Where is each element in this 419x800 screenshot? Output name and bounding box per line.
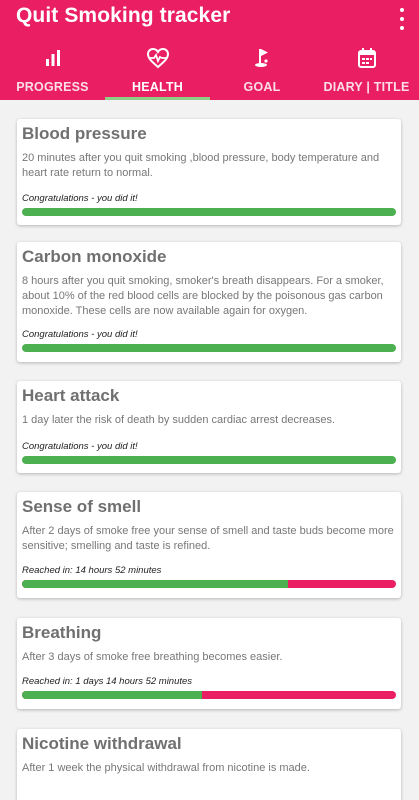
milestone-progress-bar (22, 344, 396, 352)
milestone-status: Congratulations - you did it! (22, 193, 138, 204)
tab-health[interactable]: HEALTH (105, 42, 210, 100)
milestone-card-sense-of-smell[interactable]: Sense of smell After 2 days of smoke fre… (17, 492, 401, 598)
milestone-title: Sense of smell (22, 497, 142, 516)
health-milestones-list[interactable]: Blood pressure 20 minutes after you quit… (0, 100, 419, 800)
progress-fill (22, 580, 288, 588)
milestone-card-blood-pressure[interactable]: Blood pressure 20 minutes after you quit… (17, 119, 401, 225)
golf-flag-icon (252, 42, 272, 74)
tab-progress[interactable]: PROGRESS (0, 42, 105, 100)
milestone-description: After 1 week the physical withdrawal fro… (22, 762, 310, 774)
progress-fill (22, 208, 396, 216)
progress-fill (22, 691, 202, 699)
milestone-description: After 3 days of smoke free breathing bec… (22, 651, 283, 663)
tab-health-label: HEALTH (132, 80, 183, 94)
milestone-card-nicotine-withdrawal[interactable]: Nicotine withdrawal After 1 week the phy… (17, 729, 401, 800)
milestone-progress-bar (22, 456, 396, 464)
milestone-status: Reached in: 14 hours 52 minutes (22, 565, 162, 576)
milestone-progress-bar (22, 691, 396, 699)
tab-goal[interactable]: GOAL (210, 42, 314, 100)
milestone-title: Carbon monoxide (22, 247, 167, 266)
milestone-description: 20 minutes after you quit smoking ,blood… (22, 152, 380, 179)
more-options-icon[interactable] (395, 8, 409, 30)
milestone-card-breathing[interactable]: Breathing After 3 days of smoke free bre… (17, 618, 401, 709)
milestone-title: Nicotine withdrawal (22, 734, 182, 753)
tab-diary-label: DIARY | TITLE (323, 80, 410, 94)
tab-bar: PROGRESS HEALTH GOAL DIARY | TITLE (0, 42, 419, 100)
milestone-progress-bar (22, 208, 396, 216)
milestone-title: Breathing (22, 623, 102, 642)
bar-chart-icon (43, 42, 63, 74)
progress-fill (22, 344, 396, 352)
milestone-card-heart-attack[interactable]: Heart attack 1 day later the risk of dea… (17, 381, 401, 473)
milestone-progress-bar (22, 580, 396, 588)
milestone-description: After 2 days of smoke free your sense of… (22, 525, 394, 552)
milestone-card-carbon-monoxide[interactable]: Carbon monoxide 8 hours after you quit s… (17, 242, 401, 362)
heart-pulse-icon (146, 42, 170, 74)
milestone-status: Congratulations - you did it! (22, 441, 138, 452)
tab-goal-label: GOAL (243, 80, 281, 94)
tab-progress-label: PROGRESS (16, 80, 89, 94)
milestone-description: 1 day later the risk of death by sudden … (22, 414, 336, 426)
milestone-description: 8 hours after you quit smoking, smoker's… (22, 275, 384, 317)
app-bar: Quit Smoking tracker PROGRESS HEALTH GOA… (0, 0, 419, 100)
progress-fill (22, 456, 396, 464)
milestone-status: Congratulations - you did it! (22, 329, 138, 340)
app-title: Quit Smoking tracker (16, 4, 231, 27)
milestone-title: Blood pressure (22, 124, 147, 143)
milestone-status: Reached in: 1 days 14 hours 52 minutes (22, 676, 193, 687)
calendar-icon (357, 42, 377, 74)
tab-diary[interactable]: DIARY | TITLE (314, 42, 419, 100)
milestone-title: Heart attack (22, 386, 120, 405)
